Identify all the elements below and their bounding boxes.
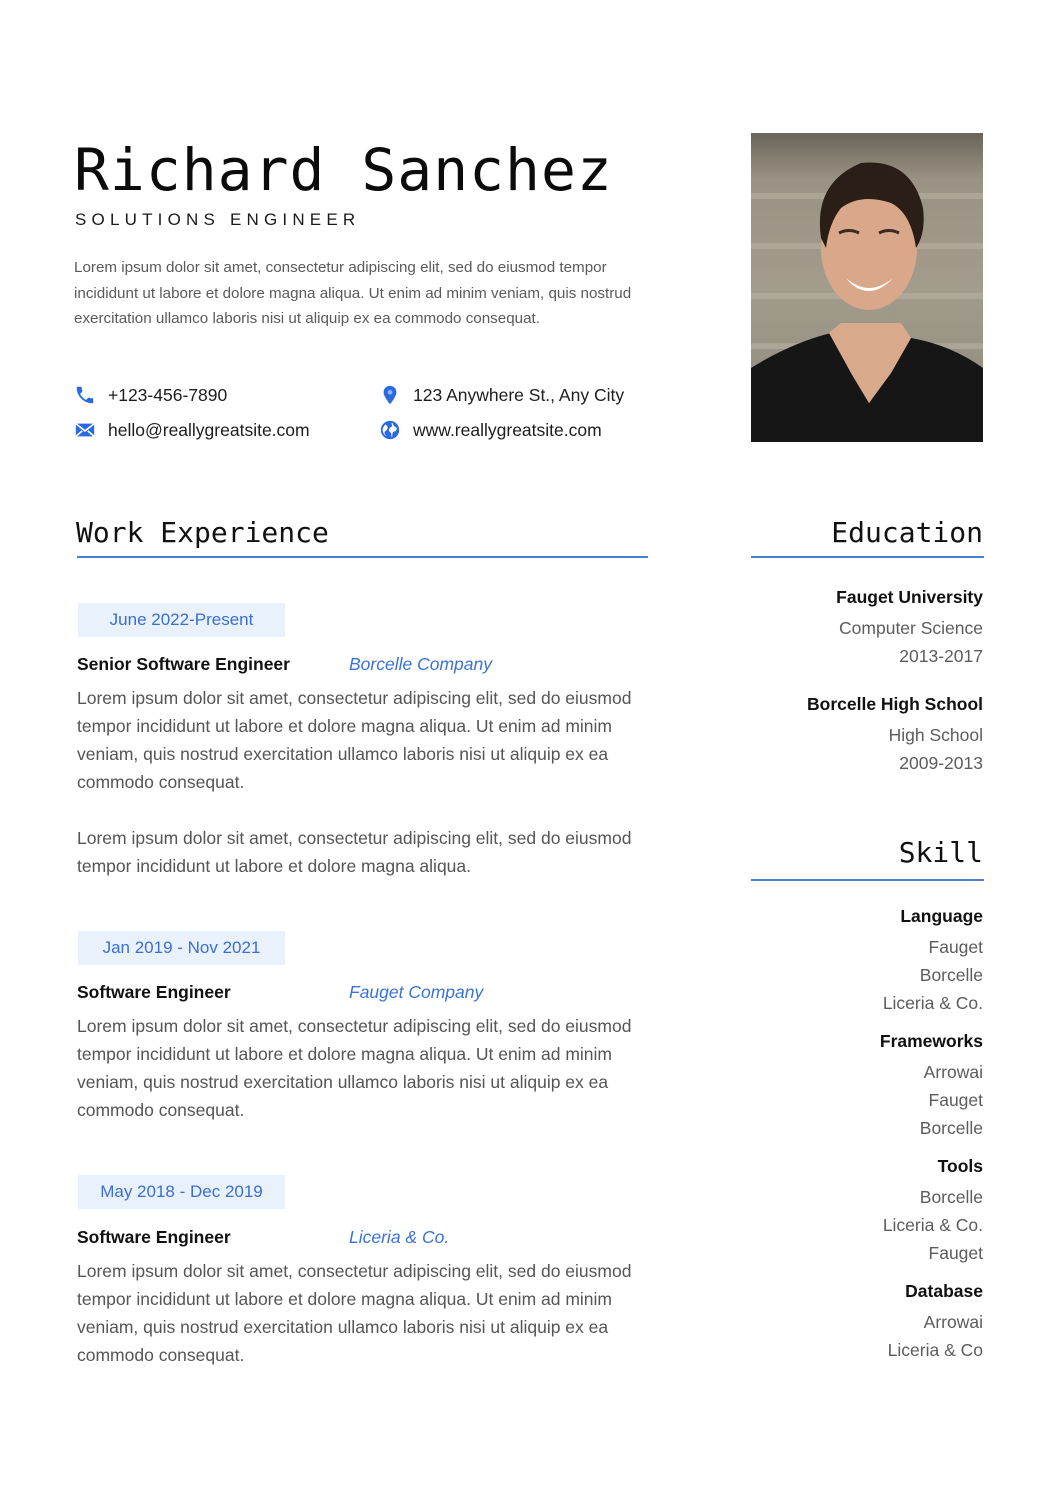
- job-title: Software Engineer: [77, 1227, 231, 1247]
- phone-icon: [74, 384, 96, 406]
- study-years: 2013-2017: [899, 646, 983, 666]
- study-years: 2009-2013: [899, 753, 983, 773]
- work-experience-heading: Work Experience: [76, 516, 329, 549]
- education-divider: [751, 556, 984, 558]
- skill-item: Borcelle: [919, 1118, 983, 1138]
- skill-group-title: Database: [905, 1281, 983, 1301]
- job-description: Lorem ipsum dolor sit amet, consectetur …: [77, 1261, 632, 1365]
- skill-item: Arrowai: [923, 1312, 983, 1332]
- skill-item: Liceria & Co.: [882, 993, 983, 1013]
- globe-icon: [379, 419, 401, 441]
- job-date-badge: June 2022-Present: [78, 603, 285, 637]
- skill-item: Liceria & Co: [887, 1340, 983, 1360]
- education-heading: Education: [831, 516, 983, 549]
- school-name: Borcelle High School: [807, 694, 983, 714]
- skill-item: Fauget: [928, 937, 983, 957]
- company-name: Fauget Company: [349, 982, 484, 1002]
- mail-icon: [74, 419, 96, 441]
- profile-photo: [751, 133, 983, 442]
- company-name: Borcelle Company: [349, 654, 492, 674]
- job-date-badge: Jan 2019 - Nov 2021: [78, 931, 285, 965]
- email-address[interactable]: hello@reallygreatsite.com: [108, 420, 310, 441]
- skill-item: Arrowai: [923, 1062, 983, 1082]
- skill-heading: Skill: [898, 836, 983, 869]
- skill-item: Fauget: [928, 1243, 983, 1263]
- skill-item: Borcelle: [919, 1187, 983, 1207]
- contact-email: hello@reallygreatsite.com: [74, 419, 310, 441]
- job-title: Senior Software Engineer: [77, 654, 290, 674]
- location-pin-icon: [379, 384, 401, 406]
- school-name: Fauget University: [836, 587, 983, 607]
- profile-summary: Lorem ipsum dolor sit amet, consectetur …: [74, 259, 632, 327]
- job-description: Lorem ipsum dolor sit amet, consectetur …: [77, 828, 632, 876]
- skill-item: Fauget: [928, 1090, 983, 1110]
- phone-number[interactable]: +123-456-7890: [108, 385, 227, 406]
- job-description: Lorem ipsum dolor sit amet, consectetur …: [77, 1016, 632, 1120]
- field-of-study: High School: [888, 725, 983, 745]
- job-description: Lorem ipsum dolor sit amet, consectetur …: [77, 688, 632, 792]
- skill-item: Liceria & Co.: [882, 1215, 983, 1235]
- website-url[interactable]: www.reallygreatsite.com: [413, 420, 602, 441]
- contact-phone: +123-456-7890: [74, 384, 227, 406]
- portrait-image: [751, 133, 983, 442]
- job-role: SOLUTIONS ENGINEER: [75, 210, 361, 229]
- skill-group-title: Tools: [937, 1156, 983, 1176]
- job-title: Software Engineer: [77, 982, 231, 1002]
- field-of-study: Computer Science: [839, 618, 983, 638]
- skill-group-title: Language: [900, 906, 983, 926]
- job-date-badge: May 2018 - Dec 2019: [78, 1175, 285, 1209]
- work-experience-divider: [77, 556, 648, 558]
- contact-website: www.reallygreatsite.com: [379, 419, 602, 441]
- skill-group-title: Frameworks: [879, 1031, 983, 1051]
- skill-divider: [751, 879, 984, 881]
- company-name: Liceria & Co.: [349, 1227, 450, 1247]
- skill-item: Borcelle: [919, 965, 983, 985]
- candidate-name: Richard Sanchez: [74, 136, 613, 204]
- contact-address: 123 Anywhere St., Any City: [379, 384, 624, 406]
- street-address: 123 Anywhere St., Any City: [413, 384, 625, 405]
